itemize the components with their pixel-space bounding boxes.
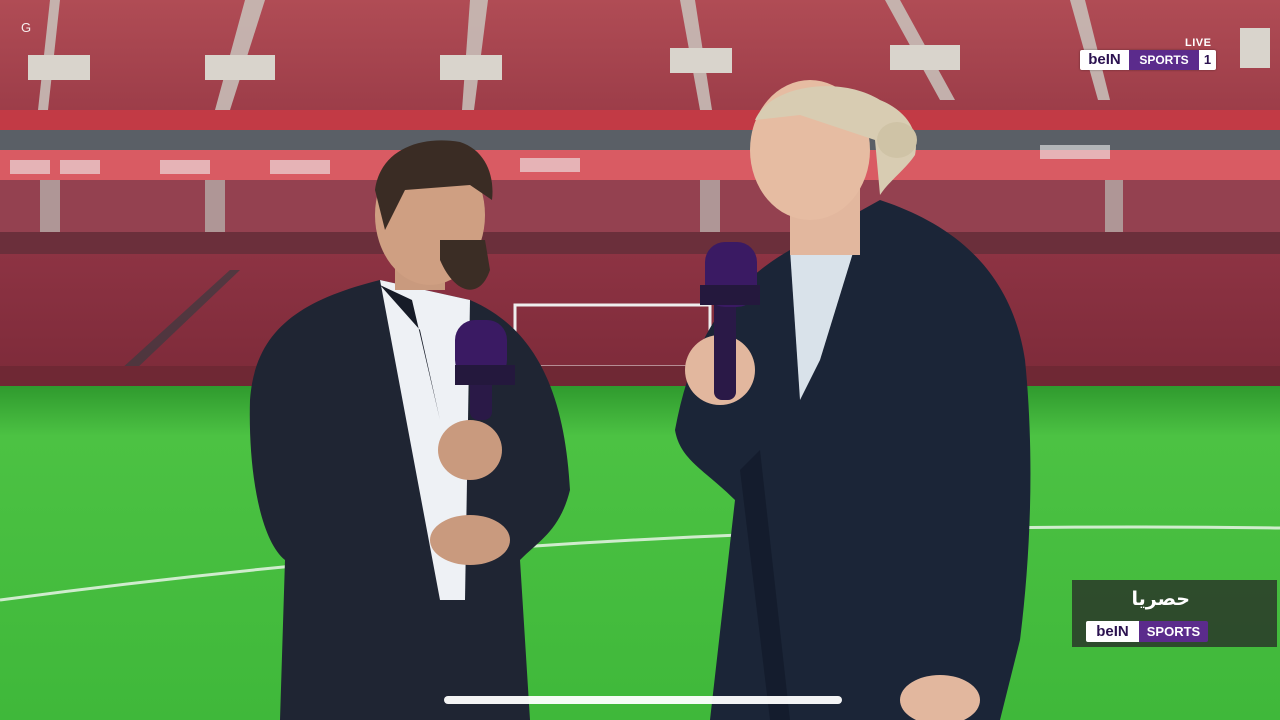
- channel-logo: beIN SPORTS 1: [1080, 50, 1216, 70]
- lower-ad-band: [0, 232, 1280, 254]
- home-indicator[interactable]: [444, 696, 842, 704]
- channel-logo-brand: beIN: [1080, 50, 1129, 70]
- perimeter-boards: [0, 366, 1280, 388]
- live-label: LIVE: [1185, 37, 1212, 49]
- bottom-logo-brand: beIN: [1086, 621, 1139, 642]
- pitch: [0, 386, 1280, 720]
- exclusive-label: حصريا: [1131, 588, 1190, 610]
- corner-watermark: G: [21, 20, 32, 35]
- channel-logo-product: SPORTS: [1129, 50, 1199, 70]
- middle-stand: [0, 180, 1280, 240]
- video-player[interactable]: G LIVE beIN SPORTS 1 حصريا beIN SPORTS: [0, 0, 1280, 720]
- channel-logo-number: 1: [1199, 50, 1216, 70]
- tier-band: [0, 110, 1280, 132]
- bottom-logo-product: SPORTS: [1139, 621, 1208, 642]
- bottom-channel-logo: beIN SPORTS: [1086, 621, 1208, 642]
